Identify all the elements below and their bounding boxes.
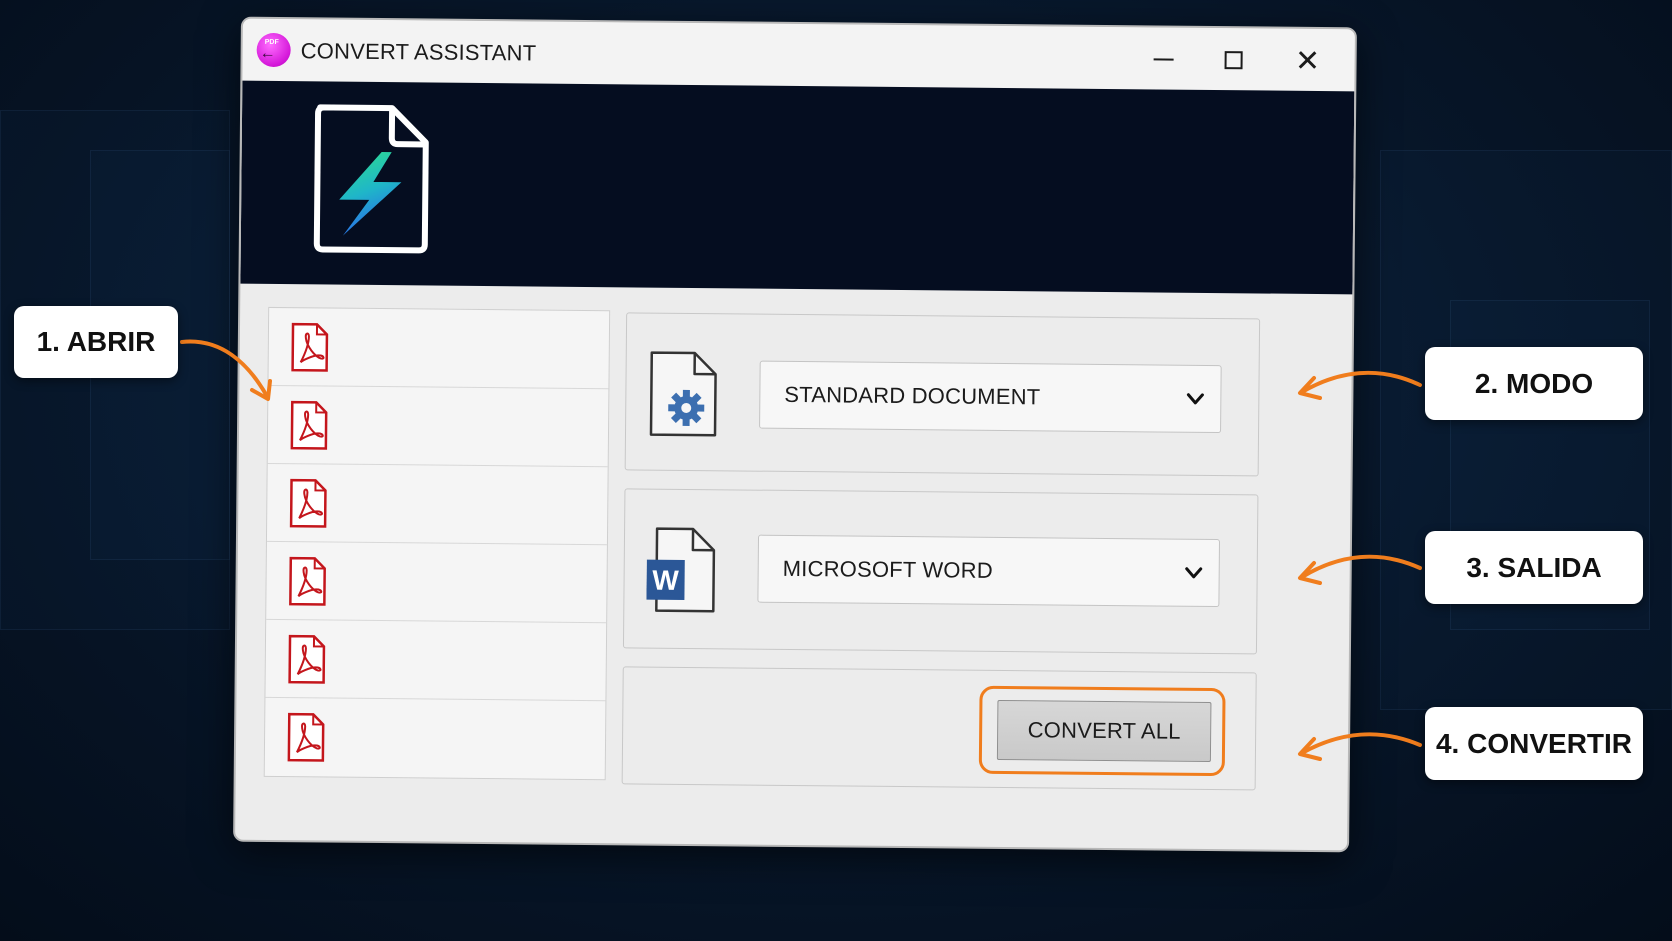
callout-mode: 2. MODO <box>1425 347 1643 420</box>
close-button[interactable]: ✕ <box>1287 43 1327 79</box>
chevron-down-icon <box>1185 567 1203 579</box>
minimize-button[interactable] <box>1143 41 1183 77</box>
mode-dropdown-value: STANDARD DOCUMENT <box>784 381 1041 410</box>
settings-document-icon <box>649 351 717 437</box>
file-list-item[interactable] <box>267 385 609 468</box>
pdf-file-icon <box>288 634 326 684</box>
file-list[interactable] <box>263 306 611 781</box>
file-list-item[interactable] <box>268 307 610 390</box>
output-panel: W MICROSOFT WORD <box>622 488 1259 655</box>
convert-panel: CONVERT ALL <box>621 666 1257 791</box>
output-dropdown[interactable]: MICROSOFT WORD <box>757 534 1221 608</box>
file-list-item[interactable] <box>265 619 607 702</box>
pdf-file-icon <box>290 400 328 450</box>
convert-all-button[interactable]: CONVERT ALL <box>996 699 1212 763</box>
file-list-item[interactable] <box>266 541 607 624</box>
convert-assistant-window: PDF ← CONVERT ASSISTANT ✕ STANDARD DOCUM… <box>233 16 1357 853</box>
pdf-file-icon <box>289 478 327 528</box>
output-dropdown-value: MICROSOFT WORD <box>782 555 993 583</box>
file-list-item[interactable] <box>266 463 608 546</box>
callout-convert: 4. CONVERTIR <box>1425 707 1643 780</box>
pdf-file-icon <box>289 556 326 606</box>
maximize-button[interactable] <box>1213 42 1253 78</box>
window-title: CONVERT ASSISTANT <box>300 38 537 66</box>
pdf-file-icon <box>287 712 325 762</box>
app-logo-icon: PDF ← <box>256 32 291 68</box>
minimize-icon <box>1153 58 1174 61</box>
pdf-file-icon <box>291 322 329 372</box>
close-icon: ✕ <box>1294 44 1321 78</box>
maximize-icon <box>1224 51 1243 70</box>
pdf-lightning-file-icon <box>313 104 429 254</box>
title-bar[interactable]: PDF ← CONVERT ASSISTANT ✕ <box>242 18 1355 92</box>
header-banner <box>240 80 1355 295</box>
word-document-icon: W <box>646 527 716 613</box>
mode-dropdown[interactable]: STANDARD DOCUMENT <box>759 360 1222 434</box>
word-icon-letter: W <box>652 565 679 596</box>
callout-output: 3. SALIDA <box>1425 531 1643 604</box>
callout-open: 1. ABRIR <box>14 306 178 378</box>
chevron-down-icon <box>1186 393 1204 405</box>
mode-panel: STANDARD DOCUMENT <box>624 312 1261 477</box>
back-arrow-icon: ← <box>259 44 276 62</box>
file-list-item[interactable] <box>265 698 606 779</box>
